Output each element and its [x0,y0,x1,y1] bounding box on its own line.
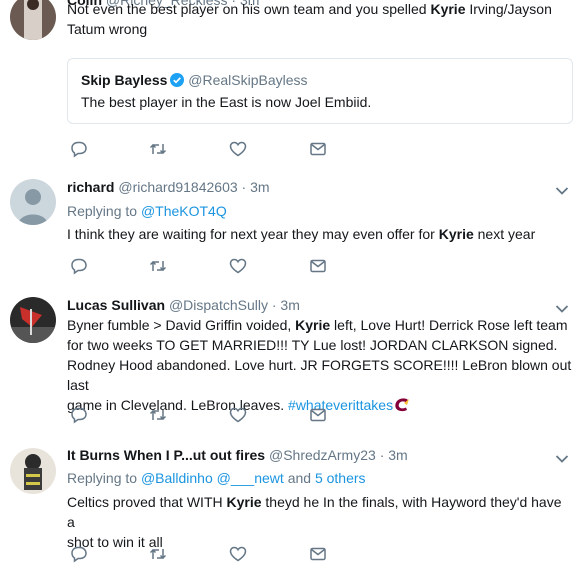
tweet-2[interactable]: richard @richard91842603 · 3m Replying t… [0,166,583,288]
message-icon[interactable] [308,405,328,425]
quoted-display-name: Skip Bayless [81,72,168,88]
quoted-handle: @RealSkipBayless [188,72,308,88]
replying-label: Replying to [67,203,138,219]
separator: · [241,179,247,195]
reply-icon[interactable] [69,405,89,425]
tweet-text: Not even the best player on his own team… [67,0,572,39]
timestamp[interactable]: 3m [280,297,299,313]
highlighted-keyword: Kyrie [438,226,474,242]
replying-to: Replying to @Balldinho @___newt and 5 ot… [67,469,366,487]
retweet-icon[interactable] [148,544,168,564]
tweet-text: Byner fumble > David Griffin voided, Kyr… [67,315,572,415]
handle[interactable]: @richard91842603 [118,179,237,195]
avatar[interactable] [10,0,56,40]
tweet-text-part: next year [473,226,536,242]
timestamp[interactable]: 3m [388,447,407,463]
replying-to-link[interactable]: @TheKOT4Q [141,203,227,219]
separator: · [271,297,277,313]
like-icon[interactable] [228,139,248,159]
tweet-text-part: Not even the best player on his own team… [67,1,431,17]
replying-and: and [287,470,312,486]
replying-to-link[interactable]: @Balldinho [141,470,213,486]
avatar[interactable] [10,448,56,494]
highlighted-keyword: Kyrie [430,1,466,17]
tweet-actions [67,544,337,564]
message-icon[interactable] [308,544,328,564]
retweet-icon[interactable] [148,139,168,159]
cavaliers-logo-icon [393,397,411,413]
reply-icon[interactable] [69,544,89,564]
replying-others-link[interactable]: 5 others [315,470,366,486]
avatar[interactable] [10,297,56,343]
handle[interactable]: @DispatchSully [169,297,268,313]
tweet-3[interactable]: Lucas Sullivan @DispatchSully · 3m Byner… [0,287,583,435]
tweet-text-part: I think they are waiting for next year t… [67,226,439,242]
like-icon[interactable] [228,544,248,564]
highlighted-keyword: Kyrie [226,494,262,510]
like-icon[interactable] [228,405,248,425]
quoted-tweet[interactable]: Skip Bayless @RealSkipBayless The best p… [67,58,573,124]
tweet-header: richard @richard91842603 · 3m [67,178,270,196]
quoted-tweet-header: Skip Bayless @RealSkipBayless [81,71,308,89]
quoted-tweet-text: The best player in the East is now Joel … [81,94,372,110]
reply-icon[interactable] [69,139,89,159]
tweet-actions [67,139,337,159]
tweet-text: Celtics proved that WITH Kyrie theyd he … [67,492,572,552]
tweet-header: It Burns When I P...ut out fires @Shredz… [67,446,408,464]
tweet-text: I think they are waiting for next year t… [67,224,572,244]
display-name[interactable]: richard [67,179,114,195]
chevron-down-icon[interactable] [555,183,569,195]
avatar[interactable] [10,179,56,225]
tweet-text-line: Rodney Hood abandoned. Love hurt. JR FOR… [67,357,572,393]
tweet-1[interactable]: Colin @Richey_Reckless · 3m Not even the… [0,0,583,167]
chevron-down-icon[interactable] [555,451,569,463]
retweet-icon[interactable] [148,256,168,276]
handle[interactable]: @ShredzArmy23 [269,447,376,463]
replying-to-link[interactable]: @___newt [217,470,284,486]
like-icon[interactable] [228,256,248,276]
message-icon[interactable] [308,139,328,159]
tweet-text-line: for two weeks TO GET MARRIED!!! TY Lue l… [67,337,558,353]
reply-icon[interactable] [69,256,89,276]
display-name[interactable]: Lucas Sullivan [67,297,165,313]
display-name[interactable]: It Burns When I P...ut out fires [67,447,265,463]
retweet-icon[interactable] [148,405,168,425]
tweet-text-part: Celtics proved that WITH [67,494,227,510]
verified-icon [170,73,185,87]
replying-to: Replying to @TheKOT4Q [67,202,227,220]
message-icon[interactable] [308,256,328,276]
tweet-text-line: Celtics proved that WITH Kyrie theyd he … [67,492,572,532]
tweet-actions [67,405,337,425]
tweet-4[interactable]: It Burns When I P...ut out fires @Shredz… [0,434,583,577]
chevron-down-icon[interactable] [555,301,569,313]
tweet-actions [67,256,337,276]
highlighted-keyword: Kyrie [295,317,331,333]
tweet-text-part: left, Love Hurt! Derrick Rose left team [330,317,568,333]
replying-label: Replying to [67,470,138,486]
tweet-text-line: Byner fumble > David Griffin voided, Kyr… [67,315,572,335]
tweet-text-part: Byner fumble > David Griffin voided, [67,317,296,333]
tweet-header: Lucas Sullivan @DispatchSully · 3m [67,296,300,314]
timestamp[interactable]: 3m [250,179,269,195]
separator: · [379,447,385,463]
